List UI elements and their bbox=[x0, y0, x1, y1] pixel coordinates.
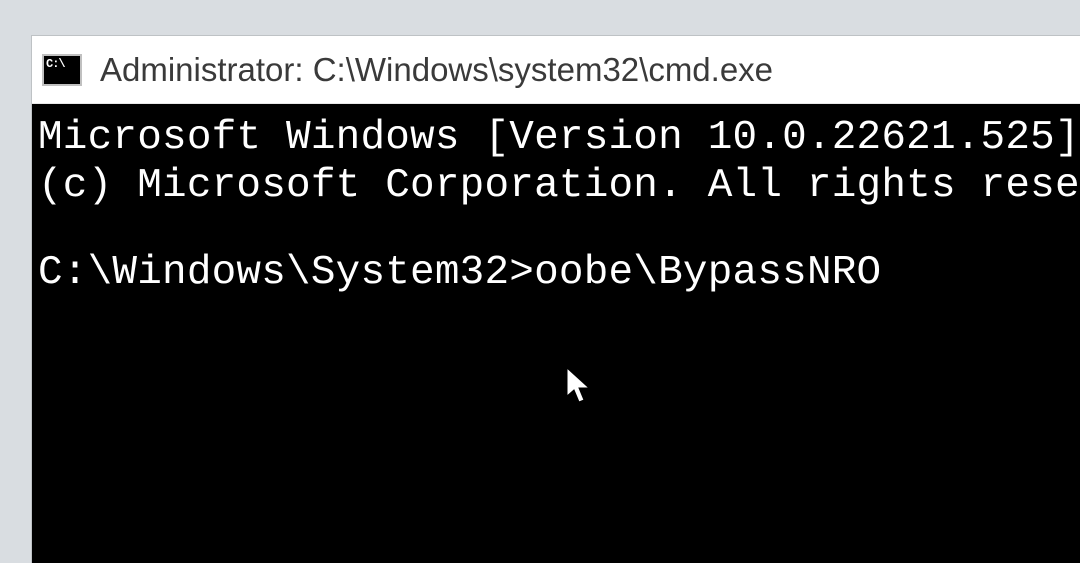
banner-version: Microsoft Windows [Version 10.0.22621.52… bbox=[38, 114, 1080, 162]
cmd-icon bbox=[42, 54, 82, 86]
title-bar[interactable]: Administrator: C:\Windows\system32\cmd.e… bbox=[32, 36, 1080, 104]
prompt-path: C:\Windows\System32> bbox=[38, 250, 534, 296]
command-input[interactable]: oobe\BypassNRO bbox=[534, 250, 881, 296]
cmd-window: Administrator: C:\Windows\system32\cmd.e… bbox=[32, 36, 1080, 563]
window-title: Administrator: C:\Windows\system32\cmd.e… bbox=[100, 51, 773, 89]
banner-copyright: (c) Microsoft Corporation. All rights re… bbox=[38, 162, 1080, 210]
terminal-area[interactable]: Microsoft Windows [Version 10.0.22621.52… bbox=[32, 104, 1080, 297]
prompt-line: C:\Windows\System32>oobe\BypassNRO bbox=[38, 249, 1080, 297]
mouse-cursor-icon bbox=[565, 366, 593, 404]
